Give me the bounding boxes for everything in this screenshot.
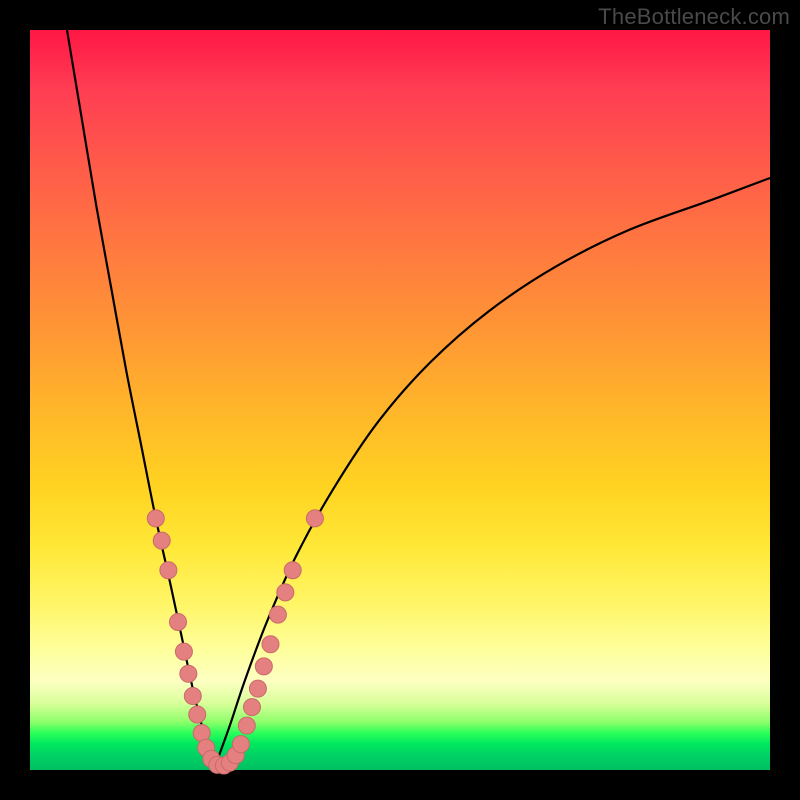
data-marker bbox=[262, 636, 279, 653]
data-marker bbox=[306, 510, 323, 527]
data-marker bbox=[153, 532, 170, 549]
data-marker bbox=[238, 717, 255, 734]
data-marker bbox=[249, 680, 266, 697]
data-marker bbox=[184, 688, 201, 705]
plot-area bbox=[30, 30, 770, 770]
data-marker bbox=[180, 665, 197, 682]
data-marker bbox=[284, 562, 301, 579]
data-marker bbox=[175, 643, 192, 660]
data-marker bbox=[160, 562, 177, 579]
data-marker bbox=[244, 699, 261, 716]
bottleneck-curve-left bbox=[67, 30, 215, 766]
bottleneck-curve-right bbox=[215, 178, 770, 766]
data-marker bbox=[277, 584, 294, 601]
chart-frame: TheBottleneck.com bbox=[0, 0, 800, 800]
data-marker bbox=[170, 614, 187, 631]
data-marker bbox=[189, 706, 206, 723]
marker-group bbox=[147, 510, 323, 774]
data-marker bbox=[232, 736, 249, 753]
watermark-text: TheBottleneck.com bbox=[598, 4, 790, 30]
data-marker bbox=[147, 510, 164, 527]
data-marker bbox=[255, 658, 272, 675]
curve-layer bbox=[30, 30, 770, 770]
data-marker bbox=[269, 606, 286, 623]
